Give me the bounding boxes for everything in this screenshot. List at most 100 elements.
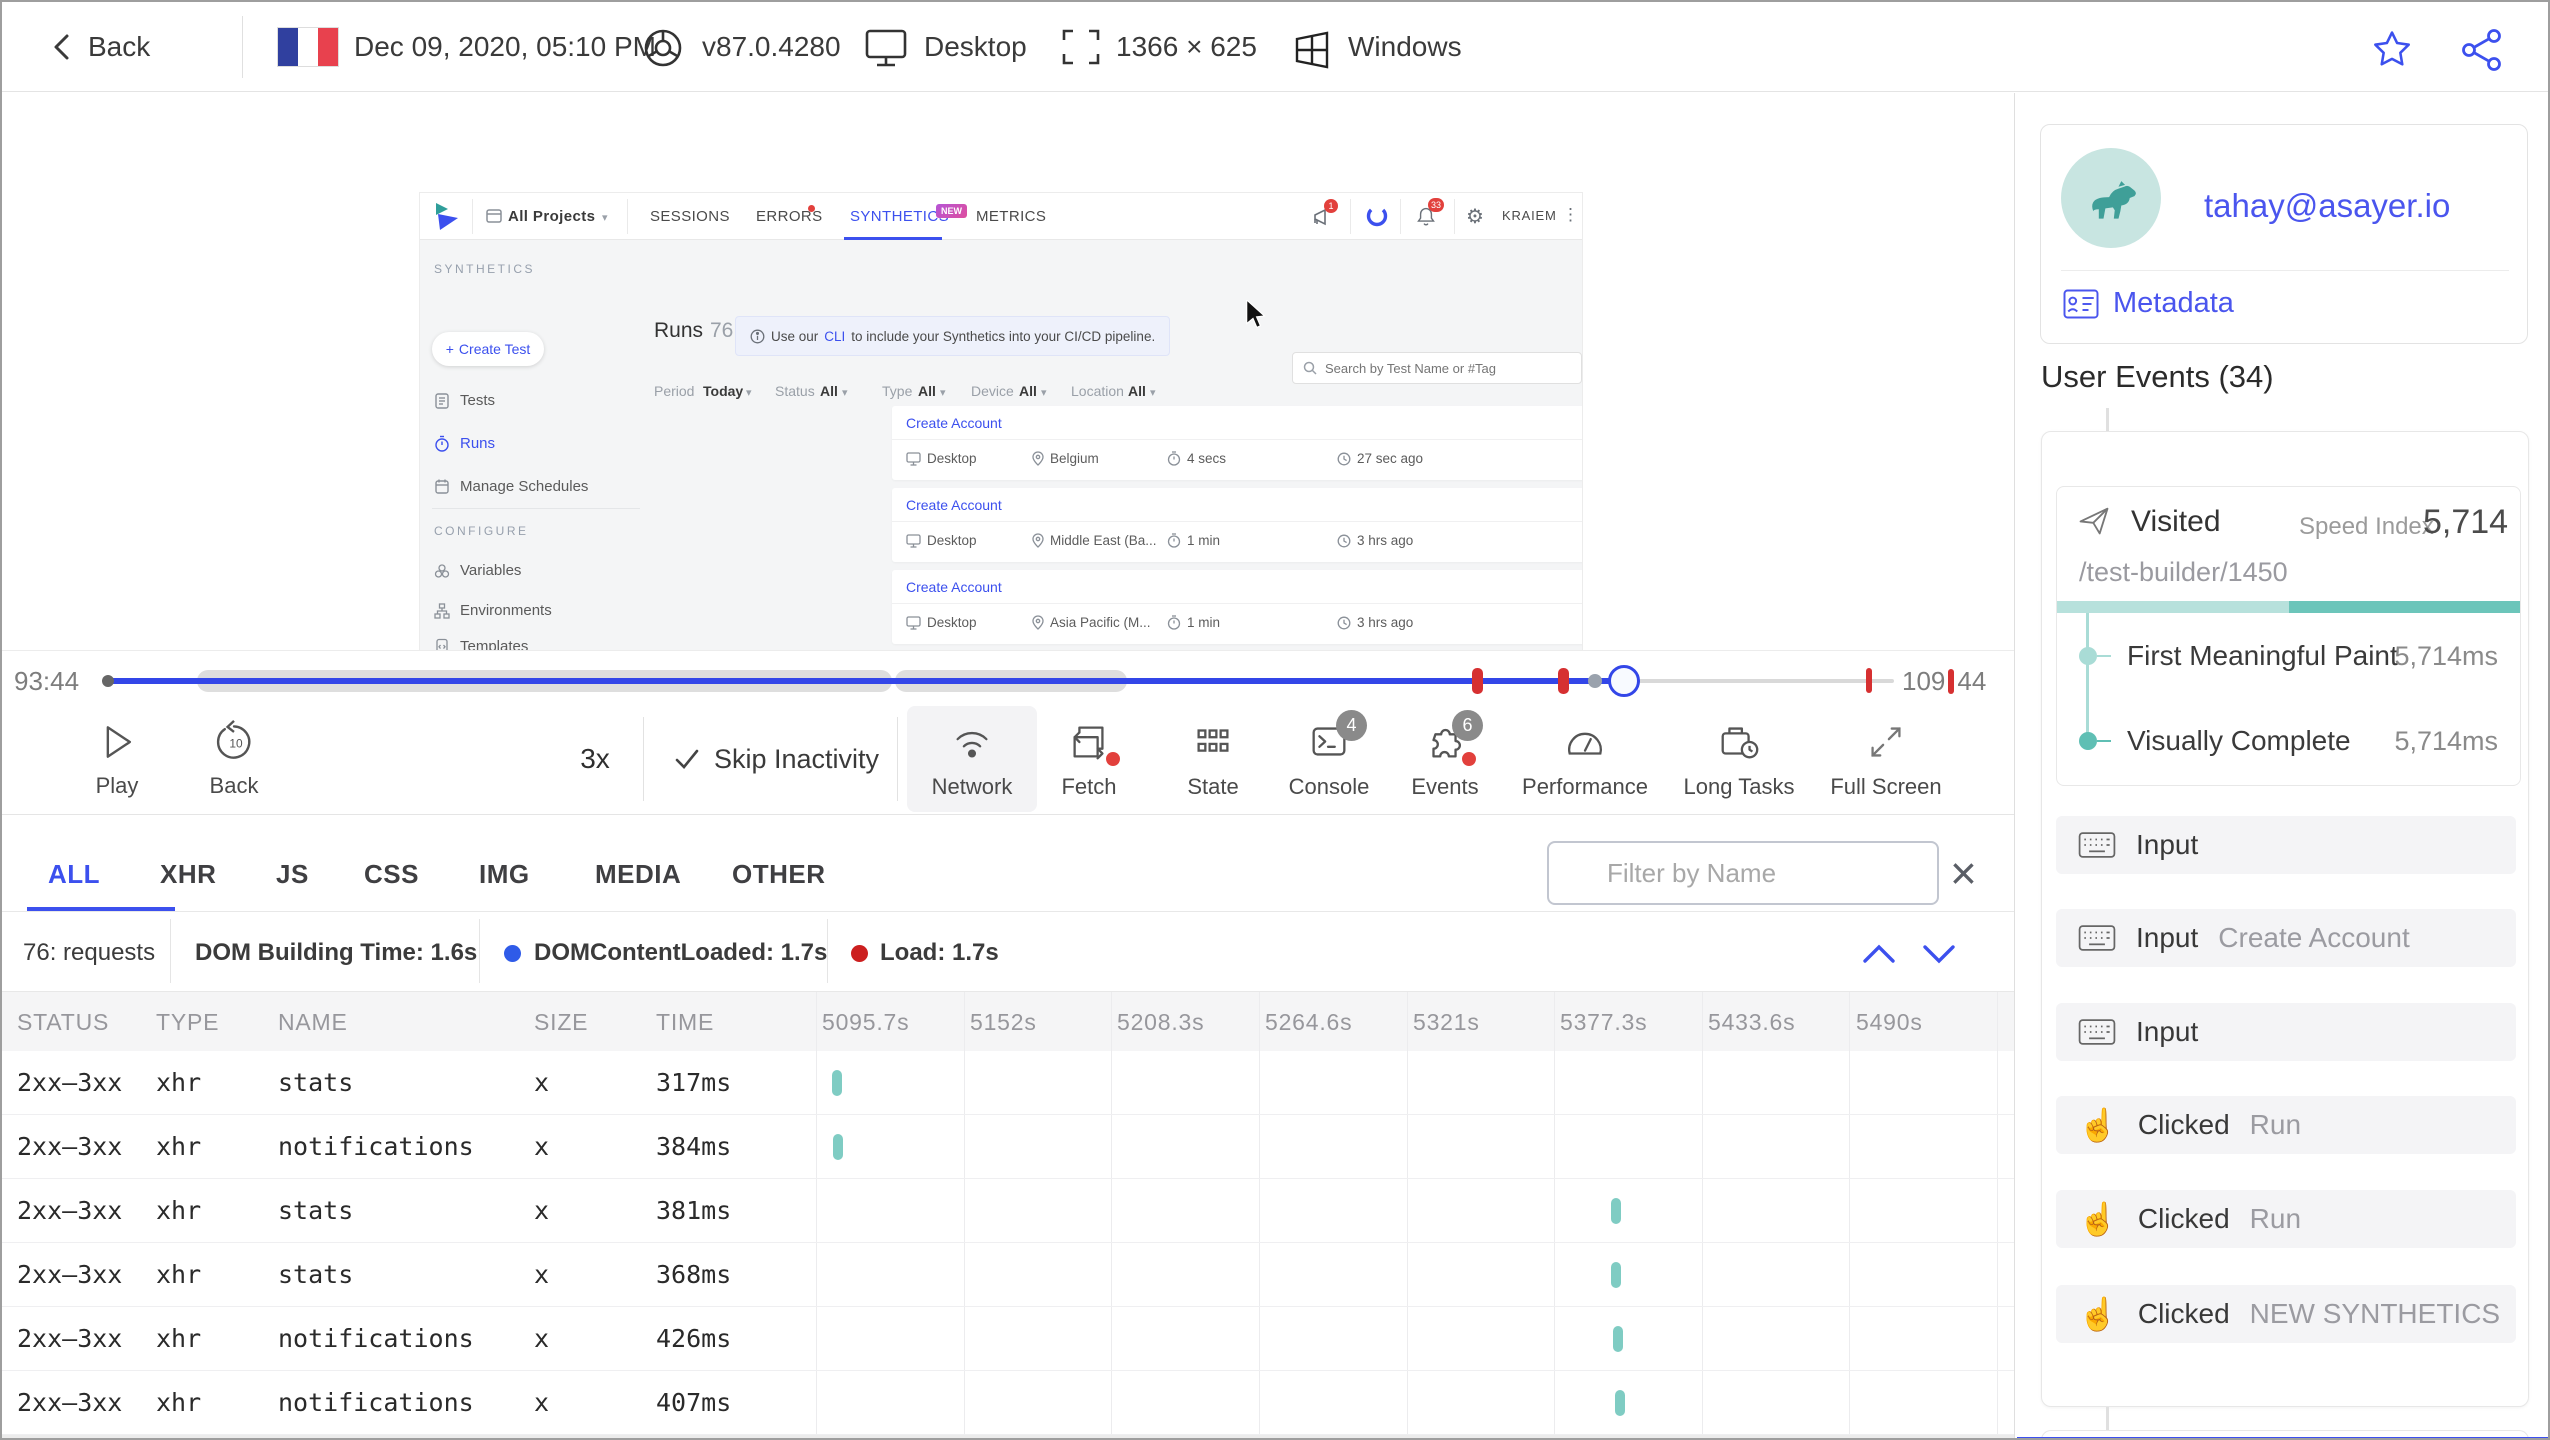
network-tab-xhr[interactable]: XHR — [160, 859, 216, 890]
favorite-star-icon[interactable] — [2370, 28, 2414, 72]
sidebar-item-variables[interactable]: Variables — [434, 562, 521, 579]
play-icon — [106, 725, 132, 758]
jump-next-icon[interactable] — [1919, 941, 1959, 967]
asayer-logo-icon — [434, 202, 462, 231]
network-tab-all[interactable]: ALL — [48, 859, 100, 890]
panel-button-network[interactable]: Network — [907, 706, 1037, 812]
filter-location-value[interactable]: All — [1128, 383, 1146, 399]
share-icon[interactable] — [2460, 27, 2504, 73]
filter-period-value[interactable]: Today — [703, 383, 743, 399]
test-search-input[interactable] — [1325, 360, 1565, 376]
network-tab-css[interactable]: CSS — [364, 859, 419, 890]
tab-synthetics[interactable]: SYNTHETICS — [850, 208, 949, 225]
event-row-clicked[interactable]: ☝ Clicked Run — [2056, 1190, 2516, 1248]
request-size: x — [534, 1260, 550, 1289]
network-request-row[interactable]: 2xx–3xx xhr notifications x 426ms — [2, 1307, 2014, 1371]
event-row-input[interactable]: Input — [2056, 816, 2516, 874]
event-row-input[interactable]: Input Create Account — [2056, 909, 2516, 967]
skip-inactivity-toggle[interactable]: Skip Inactivity — [674, 703, 879, 815]
project-selector[interactable]: All Projects — [508, 208, 595, 225]
request-type: xhr — [156, 1260, 202, 1289]
test-search-box[interactable] — [1292, 352, 1582, 384]
filter-status-value[interactable]: All — [820, 383, 838, 399]
cli-link[interactable]: CLI — [824, 329, 845, 344]
run-name[interactable]: Create Account — [906, 497, 1002, 513]
horizontal-scrollbar[interactable] — [2, 1435, 2014, 1438]
tab-sessions[interactable]: SESSIONS — [650, 208, 730, 225]
request-type: xhr — [156, 1068, 202, 1097]
event-marker-gray[interactable] — [1588, 674, 1602, 688]
run-card[interactable]: Create Account Desktop Belgium 4 secs 27… — [892, 406, 1582, 480]
device-icon — [906, 451, 921, 466]
network-tab-js[interactable]: JS — [276, 859, 309, 890]
playhead-knob[interactable] — [1608, 665, 1640, 697]
dom-content-loaded: DOMContentLoaded: 1.7s — [534, 939, 828, 966]
load-progress-bar-left — [2057, 601, 2289, 613]
metadata-button[interactable]: Metadata — [2063, 287, 2234, 320]
event-marker-red[interactable] — [1472, 668, 1483, 694]
request-waterfall-bar — [833, 1134, 843, 1160]
network-filter-input[interactable] — [1547, 841, 1939, 905]
network-request-row[interactable]: 2xx–3xx xhr notifications x 407ms — [2, 1371, 2014, 1435]
run-card[interactable]: Create Account Desktop Asia Pacific (M..… — [892, 570, 1582, 644]
user-events-heading: User Events (34) — [2041, 359, 2274, 394]
create-test-button[interactable]: + Create Test — [432, 332, 544, 366]
event-row-clicked[interactable]: ☝ Clicked NEW SYNTHETICS — [2056, 1285, 2516, 1343]
panel-button-events[interactable]: Events 6 — [1380, 706, 1510, 812]
svg-text:10: 10 — [229, 736, 243, 750]
event-marker-red[interactable] — [1866, 668, 1872, 693]
request-size: x — [534, 1068, 550, 1097]
run-name[interactable]: Create Account — [906, 415, 1002, 431]
panel-button-performance[interactable]: Performance — [1520, 706, 1650, 812]
run-ago: 27 sec ago — [1357, 451, 1424, 466]
request-size: x — [534, 1196, 550, 1225]
event-row-clicked[interactable]: ☝ Clicked Run — [2056, 1096, 2516, 1154]
back-10-button[interactable]: 10 Back — [169, 706, 299, 812]
network-tab-other[interactable]: OTHER — [732, 859, 826, 890]
network-tab-media[interactable]: MEDIA — [595, 859, 681, 890]
network-request-row[interactable]: 2xx–3xx xhr notifications x 384ms — [2, 1115, 2014, 1179]
panel-button-console[interactable]: Console 4 — [1264, 706, 1394, 812]
close-panel-icon[interactable]: × — [1950, 841, 1977, 905]
jump-previous-icon[interactable] — [1859, 941, 1899, 967]
panel-button-full-screen[interactable]: Full Screen — [1821, 706, 1951, 812]
play-button[interactable]: Play — [52, 706, 182, 812]
panel-button-fetch[interactable]: Fetch — [1024, 706, 1154, 812]
timeline-start-time: 93:44 — [14, 666, 80, 696]
run-card[interactable]: Create Account Desktop Middle East (Ba..… — [892, 488, 1582, 562]
network-request-row[interactable]: 2xx–3xx xhr stats x 317ms — [2, 1051, 2014, 1115]
user-menu[interactable]: KRAIEM — [1502, 208, 1557, 223]
event-marker-red[interactable] — [1558, 668, 1569, 694]
network-request-row[interactable]: 2xx–3xx xhr stats x 368ms — [2, 1243, 2014, 1307]
fmp-tick — [2097, 655, 2111, 657]
fmp-dot — [2079, 647, 2097, 665]
runs-count: 76 — [710, 319, 734, 342]
filter-device-value[interactable]: All — [1019, 383, 1037, 399]
panel-button-long-tasks[interactable]: Long Tasks — [1674, 706, 1804, 812]
sidebar-item-tests[interactable]: Tests — [434, 392, 495, 409]
fmp-label: First Meaningful Paint — [2127, 640, 2398, 671]
tests-clipboard-icon — [435, 393, 449, 409]
network-tab-img[interactable]: IMG — [479, 859, 530, 890]
visited-event-card[interactable]: Visited Speed Index 5,714 /test-builder/… — [2056, 486, 2521, 786]
chevron-down-icon: ▾ — [602, 212, 608, 224]
network-request-row[interactable]: 2xx–3xx xhr stats x 381ms — [2, 1179, 2014, 1243]
settings-gear-icon[interactable]: ⚙ — [1466, 204, 1484, 229]
back-button[interactable]: Back — [88, 31, 150, 63]
request-waterfall-bar — [1611, 1262, 1621, 1288]
tab-metrics[interactable]: METRICS — [976, 208, 1046, 225]
kebab-menu-icon[interactable]: ⋮ — [1562, 205, 1579, 225]
divider — [242, 16, 243, 78]
event-row-input[interactable]: Input — [2056, 1003, 2516, 1061]
run-name[interactable]: Create Account — [906, 579, 1002, 595]
variables-icon — [434, 563, 450, 578]
sidebar-item-manage-schedules[interactable]: Manage Schedules — [434, 478, 588, 495]
request-size: x — [534, 1132, 550, 1161]
sidebar-item-runs[interactable]: Runs — [434, 435, 495, 452]
speed-toggle[interactable]: 3x — [550, 703, 640, 815]
user-email[interactable]: tahay@asayer.io — [2204, 187, 2450, 225]
sidebar-item-environments[interactable]: Environments — [434, 602, 552, 619]
filter-type-value[interactable]: All — [918, 383, 936, 399]
panel-button-state[interactable]: State — [1148, 706, 1278, 812]
request-name: notifications — [278, 1132, 474, 1161]
